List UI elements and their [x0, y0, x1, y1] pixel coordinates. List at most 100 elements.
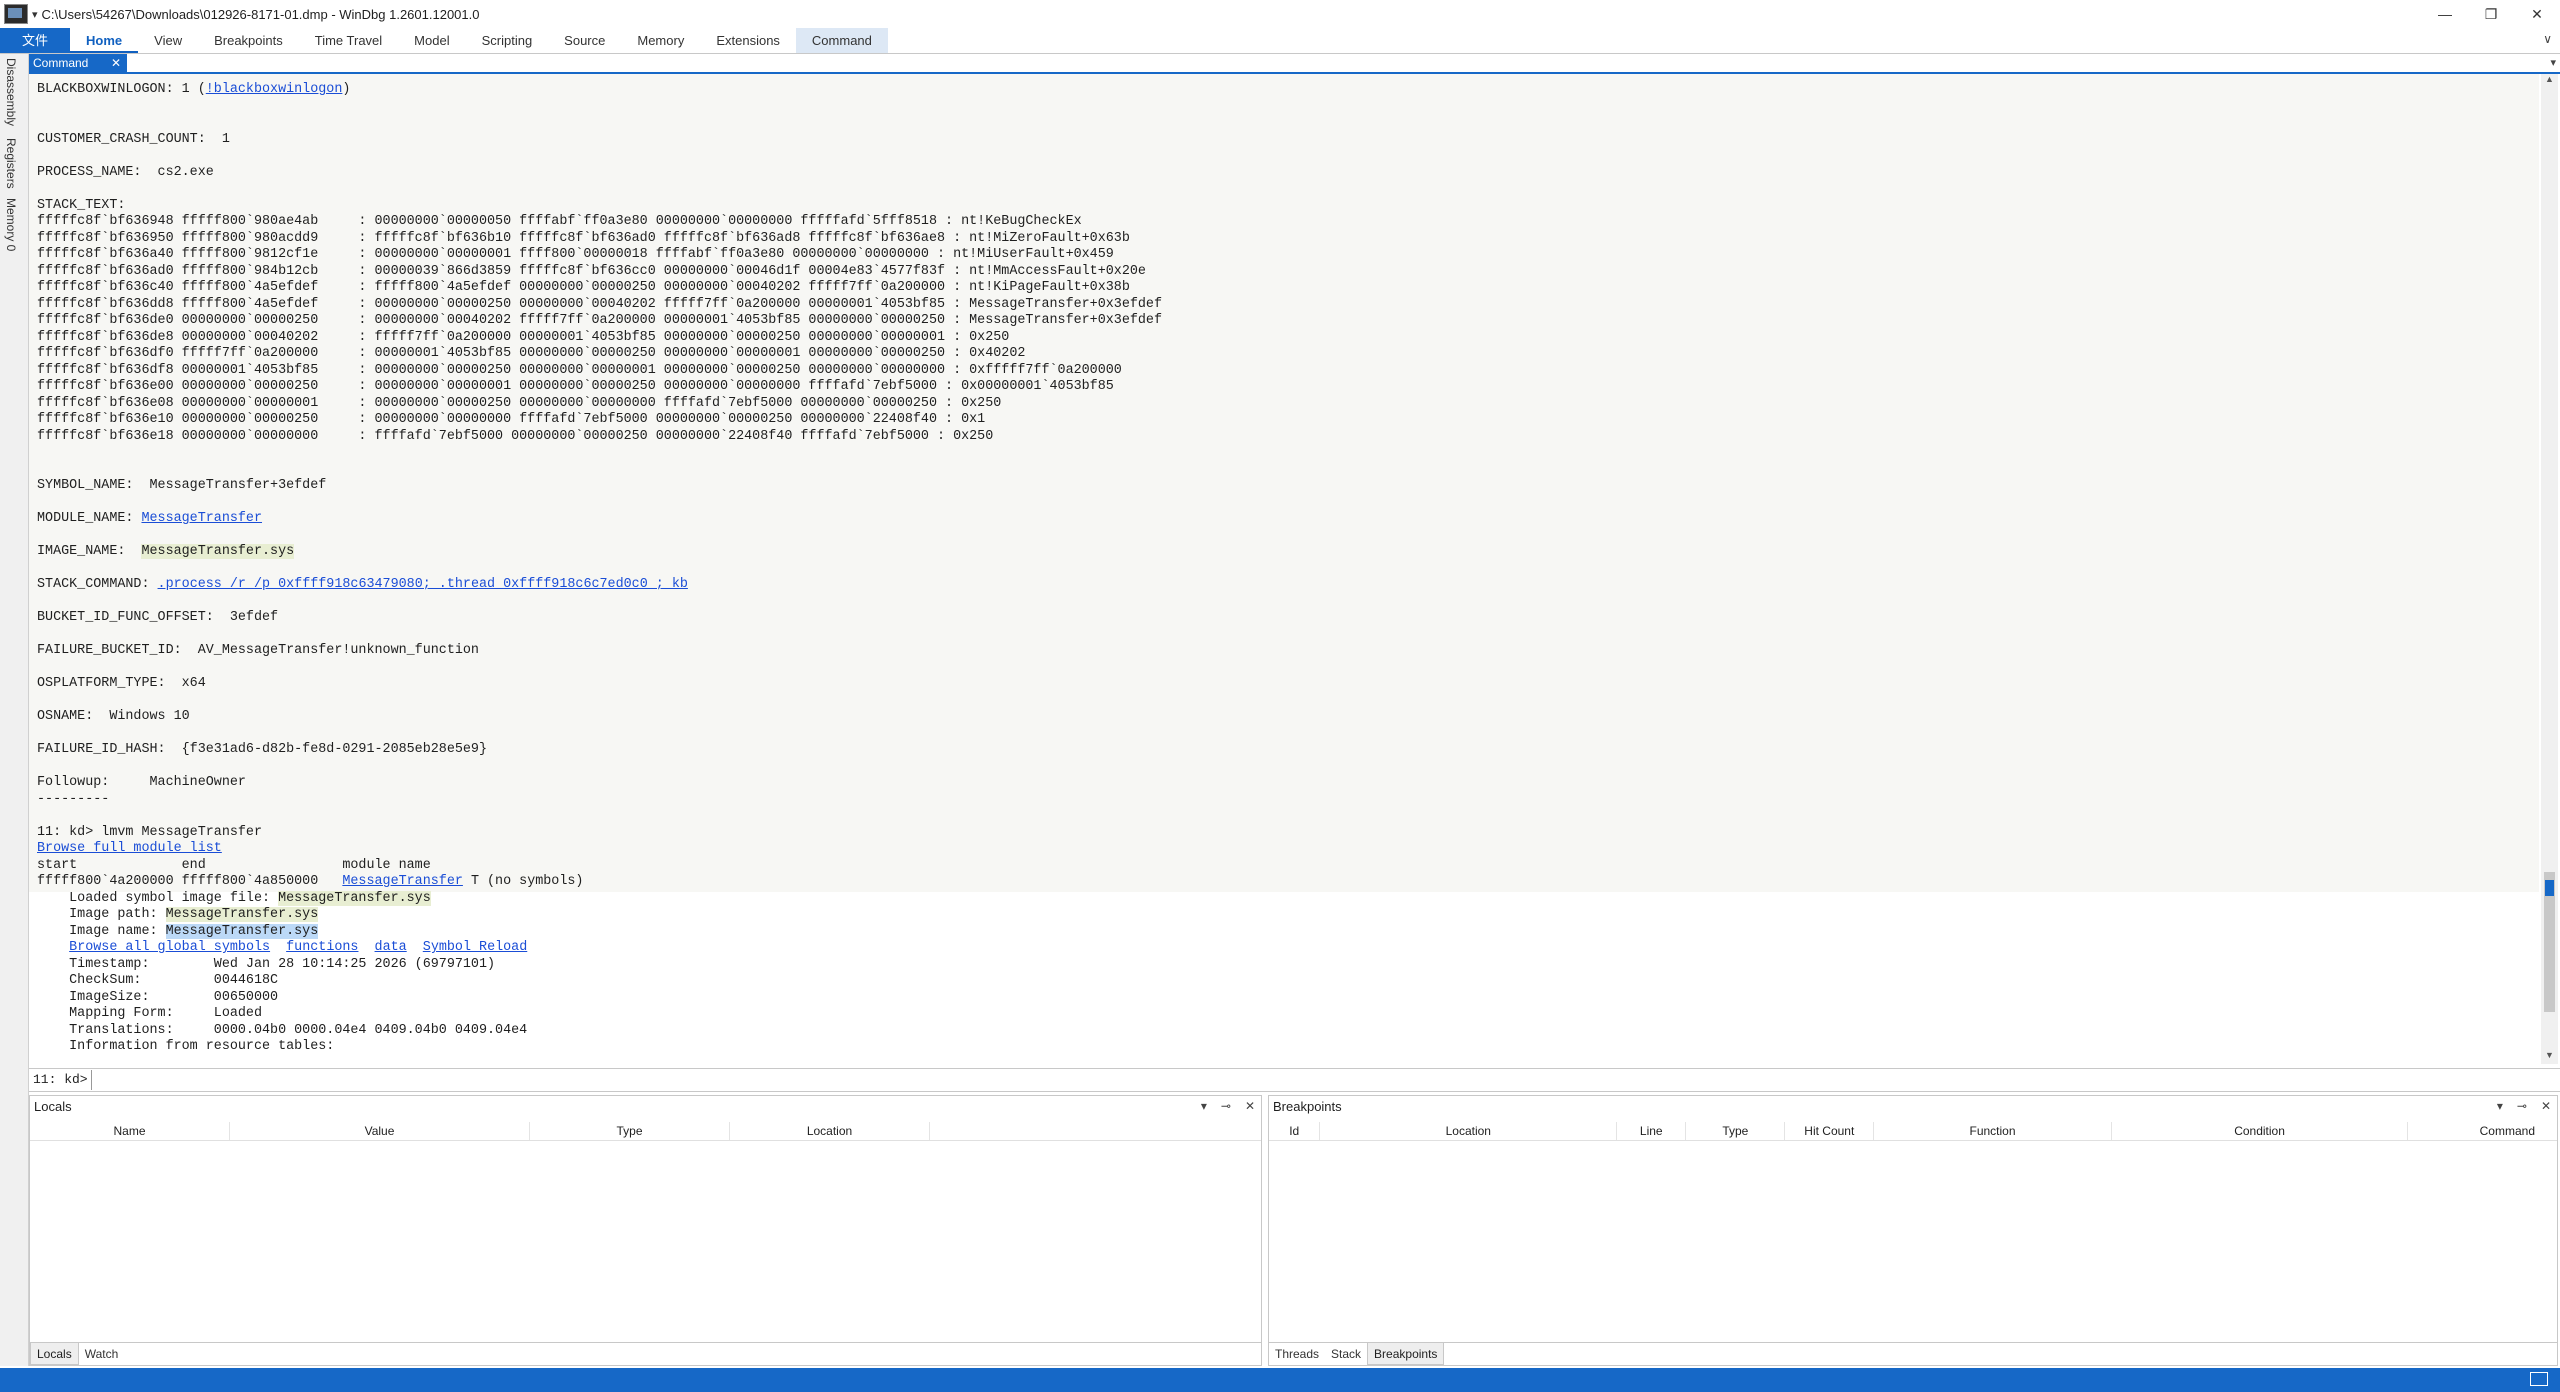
output-link[interactable]: functions: [286, 940, 358, 955]
output-text: Translations: 0000.04b0 0000.04e4 0409.0…: [37, 1022, 528, 1038]
tab-command-window[interactable]: Command ✕: [29, 54, 127, 72]
column-header-command[interactable]: Command: [2408, 1122, 2557, 1140]
output-line: fffffc8f`bf636950 fffff800`980acdd9 : ff…: [37, 231, 1162, 248]
output-line: OSNAME: Windows 10: [37, 709, 1162, 726]
output-link[interactable]: .process /r /p 0xffff918c63479080; .thre…: [158, 577, 688, 592]
tab-memory[interactable]: Memory: [621, 28, 700, 53]
output-text: Image name:: [37, 923, 166, 939]
tab-breakpoints-pane[interactable]: Breakpoints: [1367, 1343, 1445, 1365]
highlighted-text: MessageTransfer.sys: [165, 907, 319, 922]
output-text: fffffc8f`bf636df0 fffff7ff`0a200000 : 00…: [37, 346, 1026, 361]
output-line: fffffc8f`bf636e08 00000000`00000001 : 00…: [37, 396, 1162, 413]
title-bar: ▾ C:\Users\54267\Downloads\012926-8171-0…: [0, 0, 2560, 28]
status-bar: [0, 1368, 2560, 1392]
tab-file[interactable]: 文件: [0, 28, 71, 53]
output-line: fffffc8f`bf636df0 fffff7ff`0a200000 : 00…: [37, 346, 1162, 363]
output-text: T (no symbols): [462, 874, 584, 889]
output-text: Loaded symbol image file:: [37, 890, 279, 906]
tab-locals[interactable]: Locals: [30, 1343, 79, 1365]
side-tab-memory[interactable]: Memory 0: [4, 198, 18, 251]
output-text: BUCKET_ID_FUNC_OFFSET: 3efdef: [37, 610, 279, 625]
output-line: CUSTOMER_CRASH_COUNT: 1: [37, 132, 1162, 149]
output-line: fffffc8f`bf636dd8 fffff800`4a5efdef : 00…: [37, 297, 1162, 314]
output-link[interactable]: MessageTransfer: [342, 874, 463, 889]
output-line: fffffc8f`bf636c40 fffff800`4a5efdef : ff…: [37, 280, 1162, 297]
tab-source[interactable]: Source: [548, 28, 621, 53]
notification-icon[interactable]: [2530, 1372, 2548, 1386]
tab-model[interactable]: Model: [398, 28, 465, 53]
tab-threads[interactable]: Threads: [1269, 1343, 1325, 1365]
column-header-location[interactable]: Location: [730, 1122, 930, 1140]
output-link[interactable]: !blackboxwinlogon: [206, 82, 343, 97]
output-link[interactable]: data: [375, 940, 407, 955]
highlighted-text: MessageTransfer.sys: [278, 890, 431, 906]
column-header-id[interactable]: Id: [1269, 1122, 1321, 1140]
column-header-location[interactable]: Location: [1320, 1122, 1618, 1140]
tab-view[interactable]: View: [138, 28, 198, 53]
tab-stack[interactable]: Stack: [1325, 1343, 1367, 1365]
windbg-app-icon[interactable]: [4, 4, 28, 24]
tab-command[interactable]: Command: [795, 28, 888, 53]
output-link[interactable]: Symbol Reload: [423, 940, 527, 955]
column-header-type[interactable]: Type: [530, 1122, 730, 1140]
column-header-hit-count[interactable]: Hit Count: [1785, 1122, 1875, 1140]
output-line: STACK_COMMAND: .process /r /p 0xffff918c…: [37, 577, 1162, 594]
output-line: Timestamp: Wed Jan 28 10:14:25 2026 (697…: [37, 957, 1162, 974]
side-tab-disassembly[interactable]: Disassembly: [4, 58, 18, 126]
document-menu-icon[interactable]: ▾: [2550, 56, 2556, 69]
pin-icon[interactable]: ⊸: [2517, 1099, 2527, 1113]
close-icon[interactable]: ✕: [111, 54, 121, 72]
output-line: Image path: MessageTransfer.sys: [37, 907, 1162, 924]
close-icon[interactable]: ✕: [2541, 1099, 2551, 1113]
column-header-function[interactable]: Function: [1874, 1122, 2112, 1140]
pane-dropdown-icon[interactable]: ▾: [1201, 1099, 1207, 1113]
scroll-up-icon[interactable]: ▲: [2541, 74, 2558, 88]
output-link[interactable]: Browse full module list: [37, 841, 222, 856]
column-header-value[interactable]: Value: [230, 1122, 530, 1140]
column-header-condition[interactable]: Condition: [2112, 1122, 2409, 1140]
command-input[interactable]: [91, 1070, 2556, 1090]
output-text: PROCESS_NAME: cs2.exe: [37, 164, 214, 180]
output-scrollbar[interactable]: ▲ ▼: [2541, 74, 2558, 1064]
ribbon-collapse-icon[interactable]: ∨: [2543, 32, 2552, 46]
output-line: fffffc8f`bf636e10 00000000`00000250 : 00…: [37, 412, 1162, 429]
output-line: Image name: MessageTransfer.sys: [37, 923, 1162, 941]
output-text: FAILURE_ID_HASH: {f3e31ad6-d82b-fe8d-029…: [37, 742, 487, 757]
pin-icon[interactable]: ⊸: [1221, 1099, 1231, 1113]
output-link[interactable]: MessageTransfer: [141, 511, 262, 526]
minimize-button[interactable]: —: [2422, 0, 2468, 28]
tab-extensions[interactable]: Extensions: [700, 28, 796, 53]
side-tab-registers[interactable]: Registers: [4, 138, 18, 189]
window-title: C:\Users\54267\Downloads\012926-8171-01.…: [41, 6, 480, 22]
scrollbar-position-marker: [2545, 880, 2554, 896]
scroll-down-icon[interactable]: ▼: [2541, 1050, 2558, 1064]
output-link[interactable]: Browse all global symbols: [69, 940, 270, 955]
tab-scripting[interactable]: Scripting: [466, 28, 549, 53]
tab-time-travel[interactable]: Time Travel: [299, 28, 398, 53]
tab-breakpoints[interactable]: Breakpoints: [198, 28, 299, 53]
column-header-line[interactable]: Line: [1617, 1122, 1687, 1140]
locals-pane: Locals ▾ ⊸ ✕ Name Value Type Location Lo…: [29, 1095, 1262, 1366]
output-line: fffffc8f`bf636de8 00000000`00040202 : ff…: [37, 330, 1162, 347]
pane-dropdown-icon[interactable]: ▾: [2497, 1099, 2503, 1113]
restore-button[interactable]: ❐: [2468, 0, 2514, 28]
close-window-button[interactable]: ✕: [2514, 0, 2560, 28]
column-header-name[interactable]: Name: [30, 1122, 230, 1140]
column-header-type[interactable]: Type: [1686, 1122, 1786, 1140]
output-text: 11: kd> lmvm MessageTransfer: [37, 824, 262, 840]
close-icon[interactable]: ✕: [1245, 1099, 1255, 1113]
tab-home[interactable]: Home: [70, 28, 139, 53]
quick-access-dropdown-icon[interactable]: ▾: [32, 8, 38, 21]
command-output[interactable]: BLACKBOXWINLOGON: 1 (!blackboxwinlogon) C…: [29, 74, 2539, 1064]
output-line: STACK_TEXT:: [37, 198, 1162, 215]
output-text: fffffc8f`bf636dd8 fffff800`4a5efdef : 00…: [37, 296, 1162, 312]
output-text: Information from resource tables:: [37, 1039, 335, 1054]
tab-watch[interactable]: Watch: [79, 1343, 125, 1365]
